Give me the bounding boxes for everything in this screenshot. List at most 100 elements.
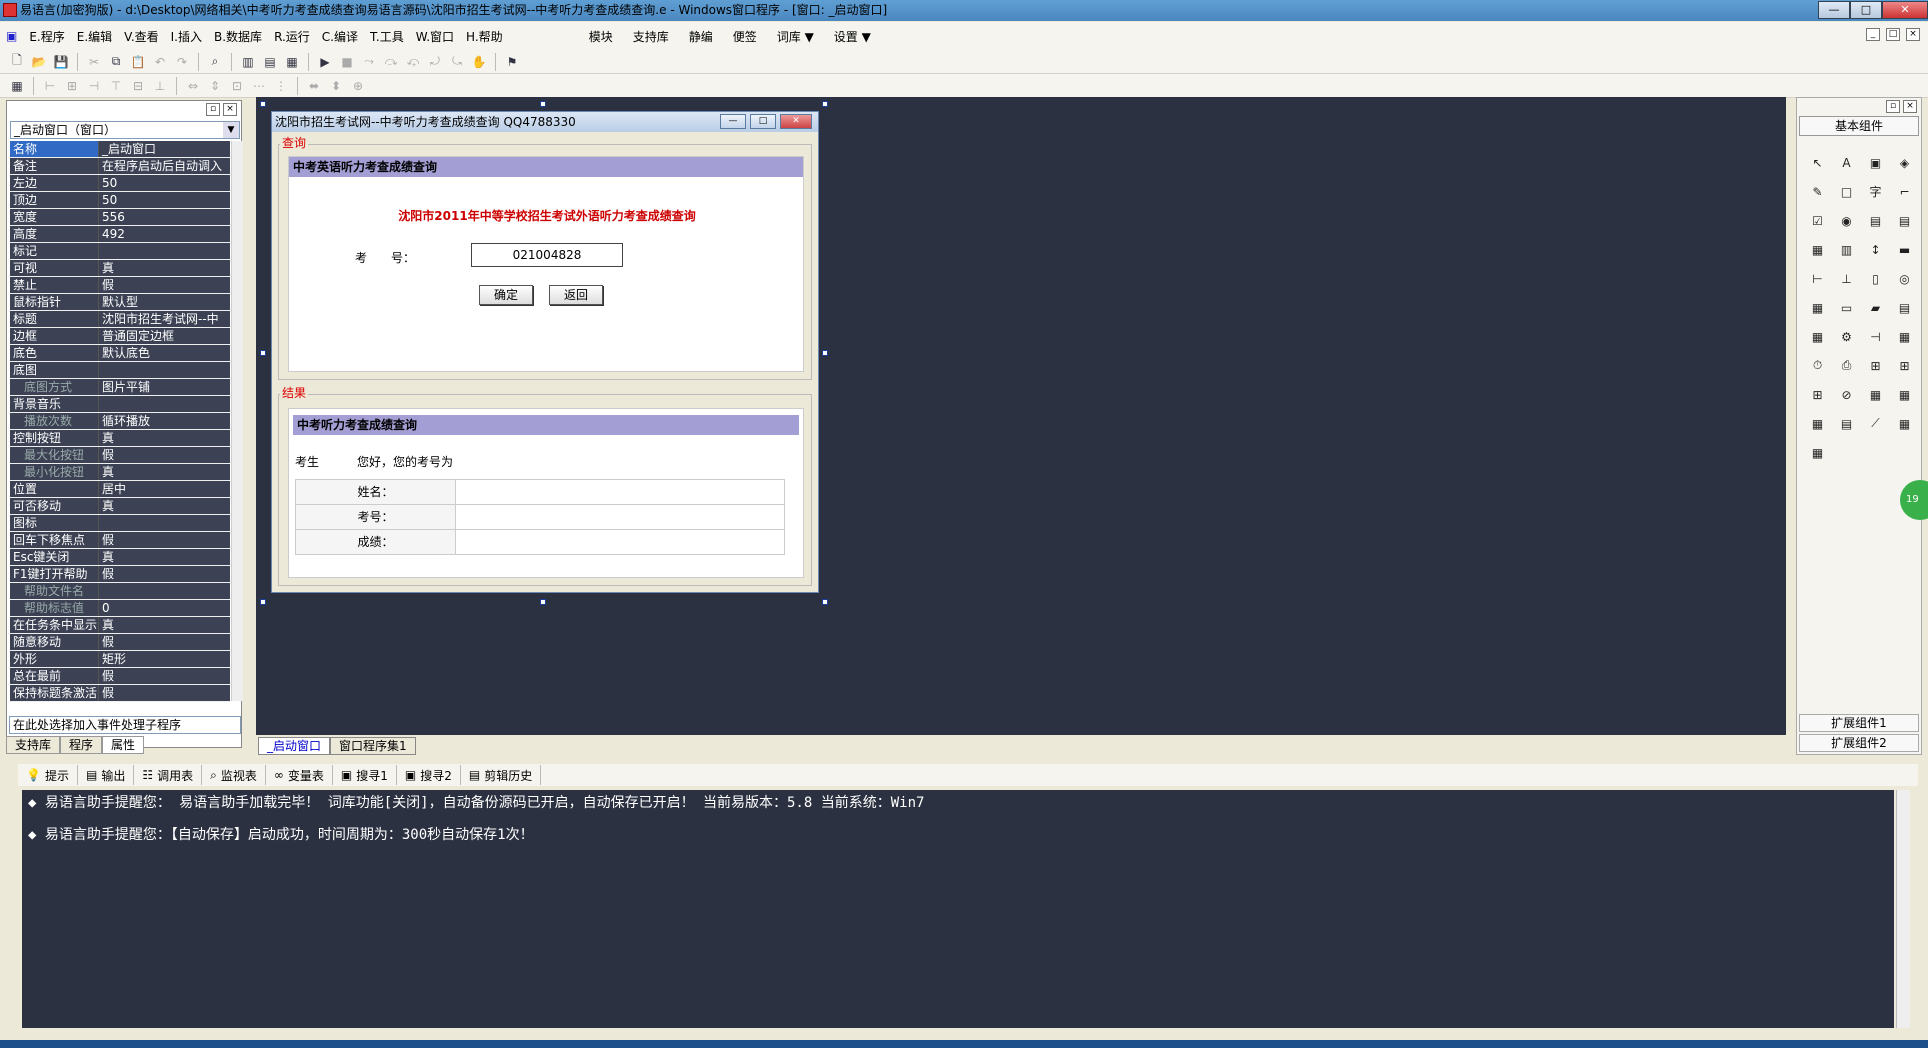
resize-handle[interactable] [822,101,828,107]
component-icon[interactable]: ◉ [1832,206,1861,235]
property-row[interactable]: F1键打开帮助假 [10,566,230,583]
property-row[interactable]: 可视真 [10,260,230,277]
resize-handle[interactable] [260,350,266,356]
property-row[interactable]: 播放次数 循环播放 [10,413,230,430]
chevron-down-icon[interactable]: ▼ [223,122,239,138]
center-both-icon[interactable]: ⊕ [349,77,367,95]
find-icon[interactable]: ⌕ [206,53,224,71]
property-value[interactable]: 默认底色 [98,345,230,361]
property-value[interactable]: _启动窗口 [98,141,230,157]
property-value[interactable]: 居中 [98,481,230,497]
component-icon[interactable]: ▰ [1861,293,1890,322]
property-row[interactable]: 控制按钮真 [10,430,230,447]
open-folder-icon[interactable]: 📂 [30,53,48,71]
layout2-icon[interactable]: ▤ [261,53,279,71]
component-icon[interactable]: ◎ [1890,264,1919,293]
resize-handle[interactable] [260,599,266,605]
menu-edit[interactable]: E.编辑 [71,28,118,45]
property-value[interactable]: 真 [98,498,230,514]
paste-icon[interactable]: 📋 [129,53,147,71]
hand-icon[interactable]: ✋ [470,53,488,71]
property-row[interactable]: 备注 在程序启动后自动调入 [10,158,230,175]
property-row[interactable]: 回车下移焦点假 [10,532,230,549]
exam-number-input[interactable]: 021004828 [471,243,623,267]
property-row[interactable]: 边框 普通固定边框 [10,328,230,345]
component-icon[interactable]: ▬ [1890,235,1919,264]
tab-program[interactable]: 程序 [60,736,103,754]
save-icon[interactable]: 💾 [52,53,70,71]
resize-handle[interactable] [260,101,266,107]
step2-icon[interactable]: ⤼ [382,53,400,71]
layout3-icon[interactable]: ▦ [283,53,301,71]
tab-search2[interactable]: ▣ 搜寻2 [397,765,461,785]
extended-components-1[interactable]: 扩展组件1 [1799,714,1919,732]
component-icon[interactable]: ▦ [1803,438,1832,467]
menu-window[interactable]: W.窗口 [410,28,460,45]
property-value[interactable]: 假 [98,634,230,650]
property-row[interactable]: 禁止假 [10,277,230,294]
component-icon[interactable]: ▤ [1861,206,1890,235]
component-icon[interactable]: ▦ [1803,322,1832,351]
helper-icon[interactable]: ⚑ [503,53,521,71]
component-icon[interactable]: ⌐ [1890,177,1919,206]
menu-insert[interactable]: I.插入 [165,28,208,45]
property-value[interactable]: 假 [98,447,230,463]
property-row[interactable]: 名称 _启动窗口 [10,141,230,158]
align-left-icon[interactable]: ⊢ [41,77,59,95]
mdi-minimize-icon[interactable]: _ [1866,28,1880,41]
form-minimize-icon[interactable]: — [720,114,746,129]
center-h-icon[interactable]: ⬌ [305,77,323,95]
property-value[interactable]: 循环播放 [98,413,230,429]
back-button[interactable]: 返回 [549,285,603,305]
component-icon[interactable]: ▯ [1861,264,1890,293]
component-icon[interactable]: A [1832,148,1861,177]
same-height-icon[interactable]: ⇕ [206,77,224,95]
property-row[interactable]: 底色 默认底色 [10,345,230,362]
run-icon[interactable]: ▶ [316,53,334,71]
property-value[interactable]: 492 [98,226,230,242]
output-scrollbar[interactable] [1896,790,1910,1028]
basic-components-header[interactable]: 基本组件 [1799,116,1919,136]
property-row[interactable]: 随意移动假 [10,634,230,651]
menu-support-lib[interactable]: 支持库 [623,28,679,45]
property-row[interactable]: 帮助文件名 [10,583,230,600]
tab-hint[interactable]: 💡 提示 [18,765,78,785]
property-row[interactable]: 底图 [10,362,230,379]
component-icon[interactable]: □ [1832,177,1861,206]
tab-output[interactable]: ▤ 输出 [78,765,135,785]
property-value[interactable]: 假 [98,668,230,684]
property-value[interactable]: 50 [98,192,230,208]
property-value[interactable]: 真 [98,260,230,276]
object-selector[interactable]: _启动窗口（窗口） ▼ [10,121,240,139]
step4-icon[interactable]: ⤾ [426,53,444,71]
menu-settings[interactable]: 设置 ▼ [824,28,881,45]
property-row[interactable]: 鼠标指针 默认型 [10,294,230,311]
property-row[interactable]: 高度 492 [10,226,230,243]
property-row[interactable]: 左边 50 [10,175,230,192]
property-value[interactable] [98,515,230,531]
component-icon[interactable]: ↕ [1861,235,1890,264]
maximize-button[interactable]: □ [1850,1,1882,19]
property-row[interactable]: 位置 居中 [10,481,230,498]
property-row[interactable]: 保持标题条激活假 [10,685,230,702]
component-icon[interactable]: ▤ [1890,206,1919,235]
component-icon[interactable]: ▦ [1803,409,1832,438]
tab-support-lib[interactable]: 支持库 [6,736,61,754]
layout1-icon[interactable]: ▥ [239,53,257,71]
stop-icon[interactable]: ■ [338,53,356,71]
menu-compile[interactable]: C.编译 [316,28,364,45]
component-icon[interactable]: ▦ [1890,380,1919,409]
property-value[interactable]: 图片平铺 [98,379,230,395]
align-center-icon[interactable]: ⊞ [63,77,81,95]
property-row[interactable]: 底图方式 图片平铺 [10,379,230,396]
align-bottom-icon[interactable]: ⊥ [151,77,169,95]
menu-view[interactable]: V.查看 [118,28,164,45]
align-right-icon[interactable]: ⊣ [85,77,103,95]
property-value[interactable]: 0 [98,600,230,616]
property-value[interactable] [98,362,230,378]
property-value[interactable]: 50 [98,175,230,191]
form-close-icon[interactable]: ✕ [780,114,812,129]
property-row[interactable]: 背景音乐 [10,396,230,413]
tab-variables[interactable]: ∞ 变量表 [266,765,333,785]
component-icon[interactable]: ⊞ [1861,351,1890,380]
